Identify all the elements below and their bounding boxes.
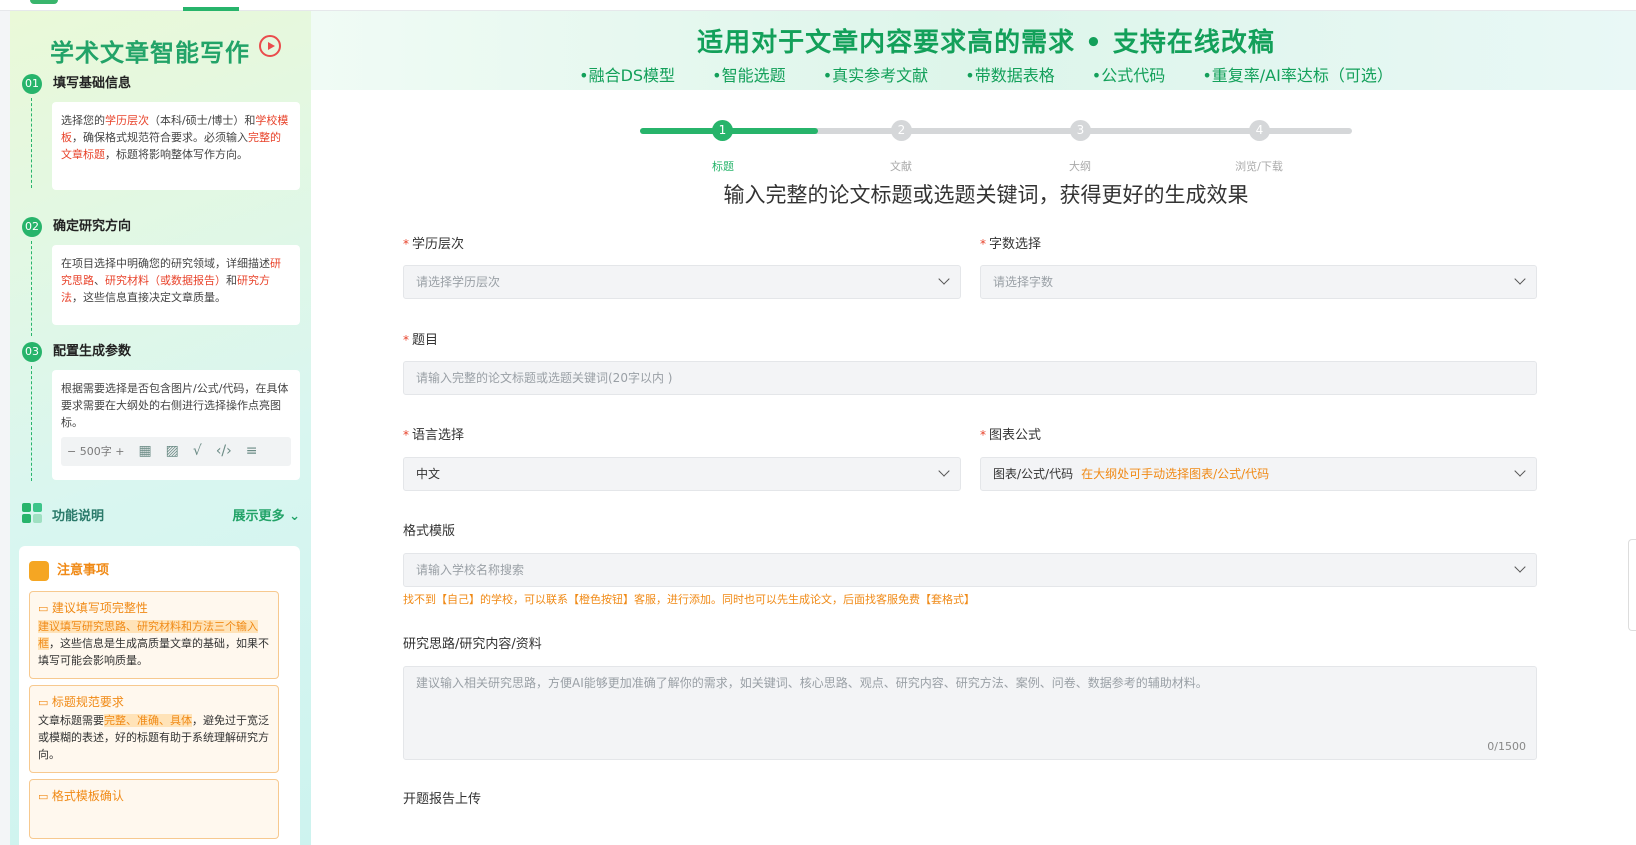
progress-step-2[interactable]: 2 <box>891 120 912 141</box>
feature-item: •真实参考文献 <box>822 66 929 85</box>
step-1-card: 选择您的学历层次（本科/硕士/博士）和学校模板，确保格式规范符合要求。必须输入完… <box>52 102 300 190</box>
progress-step-3[interactable]: 3 <box>1070 120 1091 141</box>
step-title: 配置生成参数 <box>53 344 132 359</box>
language-label: * 语言选择 <box>403 428 465 443</box>
chevron-down-icon <box>938 273 950 285</box>
progress-label: 标题 <box>712 160 734 173</box>
progress-step-1[interactable]: 1 <box>712 120 733 141</box>
option-toolbar: − 500字 + ▦ ▨ √ ‹/› ≡ <box>61 437 291 466</box>
floating-side-tab[interactable] <box>1628 539 1636 631</box>
progress-track <box>640 128 1352 134</box>
feature-item: •智能选题 <box>712 66 786 85</box>
step-3-card: 根据需要选择是否包含图片/公式/代码，在具体要求需要在大纲处的右侧进行选择操作点… <box>52 370 300 480</box>
note-title: 建议填写项完整性 <box>38 600 270 617</box>
banner-title: 适用对于文章内容要求高的需求 • 支持在线改稿 <box>697 28 1275 58</box>
banner-features: •融合DS模型 •智能选题 •真实参考文献 •带数据表格 •公式代码 •重复率/… <box>311 62 1636 86</box>
progress-label: 文献 <box>890 160 912 173</box>
notice-icon <box>29 560 49 581</box>
words-label: * 字数选择 <box>980 237 1042 252</box>
template-tip: 找不到【自己】的学校，可以联系【橙色按钮】客服，进行添加。同时也可以先生成论文，… <box>403 593 975 606</box>
step-number: 03 <box>22 342 42 362</box>
step-3-text: 根据需要选择是否包含图片/公式/代码，在具体要求需要在大纲处的右侧进行选择操作点… <box>61 382 289 429</box>
chart-formula-label: * 图表公式 <box>980 428 1042 443</box>
step-number: 02 <box>22 217 42 237</box>
guide-sidebar: 学术文章智能写作 01 填写基础信息 选择您的学历层次（本科/硕士/博士）和学校… <box>10 11 311 845</box>
image-icon[interactable]: ▨ <box>166 443 179 460</box>
code-icon[interactable]: ‹/› <box>216 443 232 460</box>
title-label: * 题目 <box>403 333 439 348</box>
step-title: 确定研究方向 <box>53 219 132 234</box>
template-search-select[interactable]: 请输入学校名称搜索 <box>403 553 1537 587</box>
top-nav-strip <box>0 0 1636 11</box>
chart-formula-hint: 在大纲处可手动选择图表/公式/代码 <box>1081 467 1270 481</box>
progress-label: 大纲 <box>1069 160 1091 173</box>
progress-label: 浏览/下载 <box>1235 160 1283 173</box>
note-card: 格式模板确认 <box>29 779 279 839</box>
minus-icon: − <box>67 445 77 458</box>
main-panel: 适用对于文章内容要求高的需求 • 支持在线改稿 •融合DS模型 •智能选题 •真… <box>311 11 1636 845</box>
word-count-value: 500字 <box>79 445 112 458</box>
logo-fragment <box>30 0 58 4</box>
grid-apps-icon <box>22 503 42 523</box>
function-description-label: 功能说明 <box>52 509 105 524</box>
function-description-row: 功能说明 展示更多 ⌄ <box>22 501 300 525</box>
feature-item: •融合DS模型 <box>579 66 676 85</box>
notice-panel: 注意事项 建议填写项完整性 建议填写研究思路、研究材料和方法三个输入框，这些信息… <box>19 546 300 845</box>
plus-icon: + <box>115 445 125 458</box>
chevron-down-icon <box>1514 273 1526 285</box>
education-label: * 学历层次 <box>403 237 465 252</box>
note-title: 格式模板确认 <box>38 788 270 805</box>
research-textarea[interactable]: 建议输入相关研究思路，方便AI能够更加准确了解你的需求，如关键词、核心思路、观点… <box>403 666 1537 760</box>
note-card: 标题规范要求 文章标题需要完整、准确、具体，避免过于宽泛或模糊的表述，好的标题有… <box>29 685 279 773</box>
sidebar-title: 学术文章智能写作 <box>50 39 250 67</box>
chevron-down-icon <box>1514 465 1526 477</box>
note-title: 标题规范要求 <box>38 694 270 711</box>
char-counter: 0/1500 <box>1487 740 1526 753</box>
feature-banner: 适用对于文章内容要求高的需求 • 支持在线改稿 •融合DS模型 •智能选题 •真… <box>311 11 1636 90</box>
play-video-icon[interactable] <box>259 35 281 57</box>
form-subtitle: 输入完整的论文标题或选题关键词，获得更好的生成效果 <box>723 183 1249 207</box>
chevron-down-icon: ⌄ <box>289 509 300 524</box>
feature-item: •重复率/AI率达标（可选） <box>1202 66 1393 85</box>
step-number: 01 <box>22 74 42 94</box>
research-label: 研究思路/研究内容/资料 <box>403 637 542 652</box>
list-icon[interactable]: ≡ <box>246 443 258 460</box>
notice-title: 注意事项 <box>29 559 109 581</box>
table-icon[interactable]: ▦ <box>138 443 151 460</box>
formula-icon[interactable]: √ <box>193 443 202 460</box>
word-count-stepper[interactable]: − 500字 + <box>67 443 124 460</box>
progress-step-4[interactable]: 4 <box>1249 120 1270 141</box>
step-2-card: 在项目选择中明确您的研究领域，详细描述研究思路、研究材料（或数据报告）和研究方法… <box>52 245 300 325</box>
feature-item: •带数据表格 <box>965 66 1055 85</box>
education-select[interactable]: 请选择学历层次 <box>403 265 961 299</box>
chevron-down-icon <box>938 465 950 477</box>
chart-formula-select[interactable]: 图表/公式/代码 在大纲处可手动选择图表/公式/代码 <box>980 457 1537 491</box>
chevron-down-icon <box>1514 561 1526 573</box>
feature-item: •公式代码 <box>1091 66 1166 85</box>
upload-label: 开题报告上传 <box>403 792 482 807</box>
note-card: 建议填写项完整性 建议填写研究思路、研究材料和方法三个输入框，这些信息是生成高质… <box>29 591 279 679</box>
words-select[interactable]: 请选择字数 <box>980 265 1537 299</box>
step-connector <box>31 98 32 188</box>
step-connector <box>31 241 32 336</box>
title-input[interactable]: 请输入完整的论文标题或选题关键词(20字以内 ) <box>403 361 1537 395</box>
show-more-button[interactable]: 展示更多 ⌄ <box>233 505 300 524</box>
step-connector <box>31 366 32 481</box>
language-select[interactable]: 中文 <box>403 457 961 491</box>
template-label: 格式模版 <box>403 524 456 539</box>
step-title: 填写基础信息 <box>53 76 132 91</box>
